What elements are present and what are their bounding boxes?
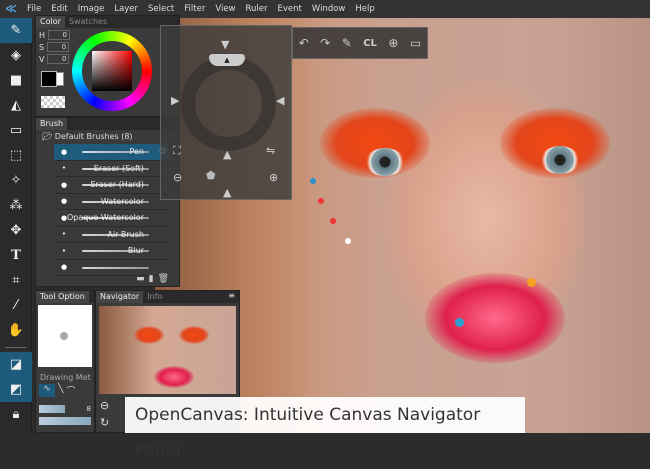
arrow-right-icon[interactable]: ▶ bbox=[171, 94, 179, 107]
tab-info[interactable]: Info bbox=[143, 291, 166, 303]
folder-icon[interactable]: ▬ bbox=[136, 274, 149, 284]
eraser-icon[interactable]: ◈ bbox=[0, 43, 32, 68]
size-value: 8 bbox=[86, 405, 91, 413]
zoom-out-icon[interactable]: ⊖ bbox=[173, 171, 182, 184]
move-icon[interactable]: ✥ bbox=[0, 218, 32, 243]
menu-image[interactable]: Image bbox=[73, 4, 110, 14]
brush-item[interactable]: • Air Brush bbox=[54, 227, 169, 243]
menu-window[interactable]: Window bbox=[307, 4, 351, 14]
drawing-method-label: Drawing Met bbox=[40, 373, 91, 382]
eyedropper-icon[interactable]: ⁄ bbox=[0, 293, 32, 318]
primary-color[interactable] bbox=[41, 71, 57, 87]
freehand-icon[interactable]: ∿ bbox=[39, 384, 55, 397]
brush-item[interactable]: ● Opaque Watercolor bbox=[54, 210, 169, 227]
lock-icon[interactable]: 🔒︎ bbox=[0, 402, 32, 427]
zoom-slider-handle[interactable]: ⬟ bbox=[206, 169, 216, 182]
divider bbox=[5, 347, 26, 348]
text-icon[interactable]: T bbox=[0, 243, 32, 268]
brush-item[interactable]: ● Eraser (Hard) bbox=[54, 177, 169, 194]
tab-tool-option[interactable]: Tool Option bbox=[36, 291, 89, 303]
redo-icon[interactable]: ↷ bbox=[320, 36, 330, 50]
s-label: S bbox=[39, 42, 45, 52]
menu-filter[interactable]: Filter bbox=[179, 4, 210, 14]
spray-icon[interactable]: ⁂ bbox=[0, 193, 32, 218]
menu-event[interactable]: Event bbox=[273, 4, 307, 14]
rotation-dial[interactable] bbox=[181, 56, 276, 151]
hand-icon[interactable]: ✋ bbox=[0, 318, 32, 343]
gradient-icon[interactable]: ▭ bbox=[0, 118, 32, 143]
undo-icon[interactable]: ↶ bbox=[299, 36, 309, 50]
transparent-color[interactable] bbox=[41, 96, 65, 108]
saturation-value-square[interactable] bbox=[92, 51, 132, 91]
arrow-down-icon[interactable]: ▼ bbox=[221, 38, 229, 51]
brush-item[interactable]: ● Watercolor bbox=[54, 194, 169, 210]
tool-bar: ✎ ◈ ■ ◭ ▭ ⬚ ✧ ⁂ ✥ T ⌗ ⁄ ✋ ◪ ◩ 🔒︎ bbox=[0, 18, 32, 433]
pen-icon[interactable]: ✎ bbox=[0, 18, 32, 43]
magic-wand-icon[interactable]: ✧ bbox=[0, 168, 32, 193]
arrow-left-icon[interactable]: ◀ bbox=[276, 94, 284, 107]
pen-icon[interactable]: ✎ bbox=[342, 36, 352, 50]
canvas-navigator-overlay[interactable]: ▲ ▼ ▶ ◀ ⛶ ⇋ ▲ ⊖ ⬟ ⊕ ▲ bbox=[160, 25, 292, 200]
tool-option-panel: Tool Option Drawing Met ∿ ╲ ⌒ 8 bbox=[35, 290, 95, 433]
brush-item[interactable]: • Eraser (Soft) bbox=[54, 161, 169, 177]
v-label: V bbox=[39, 54, 45, 64]
fill-icon[interactable]: ◭ bbox=[0, 93, 32, 118]
brush-item-pen[interactable]: ●Pen⚙ bbox=[54, 144, 169, 161]
rectangle-icon[interactable]: ■ bbox=[0, 68, 32, 93]
caption: OpenCanvas: Intuitive Canvas Navigator P… bbox=[125, 397, 525, 461]
menu-help[interactable]: Help bbox=[350, 4, 379, 14]
window-icon[interactable]: ▭ bbox=[410, 36, 421, 50]
layer-mode-1-icon[interactable]: ◪ bbox=[0, 352, 32, 377]
tab-color[interactable]: Color bbox=[36, 16, 65, 28]
menu-layer[interactable]: Layer bbox=[109, 4, 143, 14]
brush-folder[interactable]: 📂︎ Default Brushes (8) bbox=[36, 130, 179, 144]
crop-icon[interactable]: ⌗ bbox=[0, 268, 32, 293]
selection-icon[interactable]: ⬚ bbox=[0, 143, 32, 168]
menu-view[interactable]: View bbox=[210, 4, 240, 14]
rotation-handle[interactable]: ▲ bbox=[209, 54, 245, 66]
zoom-fit-icon[interactable]: ⛶ bbox=[173, 144, 181, 158]
clear-icon[interactable]: CL bbox=[363, 38, 377, 49]
brush-folder-label: Default Brushes (8) bbox=[54, 132, 133, 141]
brush-panel: Brush 📂︎ Default Brushes (8) ●Pen⚙ •Eras… bbox=[35, 117, 180, 287]
arrow-up-icon[interactable]: ▲ bbox=[223, 148, 231, 161]
brush-title: Brush bbox=[36, 118, 68, 130]
h-label: H bbox=[39, 30, 46, 40]
hue-wheel[interactable] bbox=[72, 31, 152, 111]
line-icon[interactable]: ╲ bbox=[58, 384, 63, 397]
zoom-in-icon[interactable]: ⊕ bbox=[269, 171, 278, 184]
color-panel: Color Swatches H0 S0 V0 bbox=[35, 15, 180, 117]
menu-ruler[interactable]: Ruler bbox=[241, 4, 273, 14]
arrow-up-icon[interactable]: ▲ bbox=[223, 186, 231, 199]
tab-swatches[interactable]: Swatches bbox=[65, 16, 111, 28]
brush-preview bbox=[38, 305, 92, 367]
opacity-slider[interactable] bbox=[39, 417, 91, 425]
tab-navigator[interactable]: Navigator bbox=[96, 291, 144, 303]
menu-edit[interactable]: Edit bbox=[46, 4, 72, 14]
menu-select[interactable]: Select bbox=[143, 4, 179, 14]
flip-icon[interactable]: ⇋ bbox=[266, 144, 275, 157]
curve-icon[interactable]: ⌒ bbox=[66, 384, 75, 397]
size-slider[interactable] bbox=[39, 405, 65, 413]
brush-item[interactable]: • Blur bbox=[54, 243, 169, 260]
h-field[interactable]: 0 bbox=[48, 30, 71, 40]
trash-icon[interactable]: 🗑︎ bbox=[158, 274, 173, 284]
target-icon[interactable]: ⊕ bbox=[388, 36, 398, 50]
menu-file[interactable]: File bbox=[22, 4, 46, 14]
navigator-thumbnail[interactable] bbox=[99, 306, 236, 394]
new-brush-icon[interactable]: ▮ bbox=[149, 274, 158, 284]
app-logo: ≪ bbox=[5, 2, 17, 15]
v-field[interactable]: 0 bbox=[47, 54, 70, 64]
floating-toolbar: ↶ ↷ ✎ CL ⊕ ▭ bbox=[292, 27, 428, 59]
layer-mode-2-icon[interactable]: ◩ bbox=[0, 377, 32, 402]
panel-menu-icon[interactable]: ≡ bbox=[228, 291, 239, 303]
s-field[interactable]: 0 bbox=[47, 42, 70, 52]
